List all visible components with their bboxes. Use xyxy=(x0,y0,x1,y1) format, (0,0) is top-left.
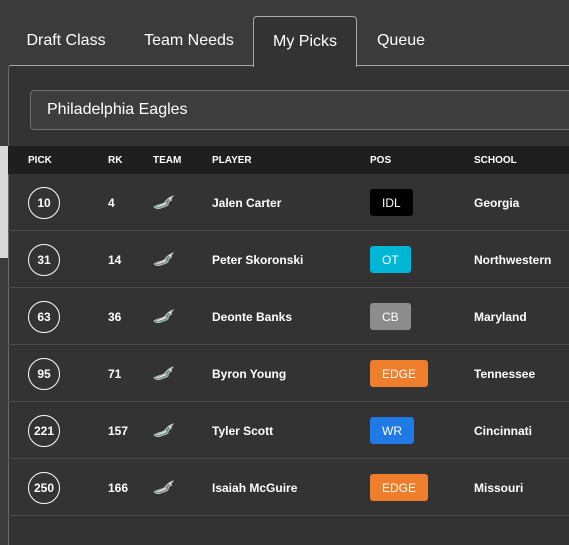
table-row[interactable]: 10 4 Jalen Carter IDL Georgia xyxy=(8,174,569,231)
rank-cell: 157 xyxy=(108,402,128,459)
eagles-logo-icon xyxy=(153,459,175,516)
table-row[interactable]: 63 36 Deonte Banks CB Maryland xyxy=(8,288,569,345)
eagles-logo-icon xyxy=(153,231,175,288)
player-name[interactable]: Jalen Carter xyxy=(212,174,281,231)
pos-value: IDL xyxy=(382,195,401,210)
table-row[interactable]: 250 166 Isaiah McGuire EDGE Missouri xyxy=(8,459,569,516)
player-value: Deonte Banks xyxy=(212,309,293,324)
school-name: Maryland xyxy=(474,288,527,345)
tab-bar: Draft Class Team Needs My Picks Queue xyxy=(0,0,569,67)
school-value: Missouri xyxy=(474,480,524,495)
pick-number-badge: 63 xyxy=(28,300,60,333)
pick-value: 10 xyxy=(37,195,51,210)
header-school[interactable]: SCHOOL xyxy=(474,146,517,174)
player-value: Peter Skoronski xyxy=(212,252,304,267)
pick-number-badge: 31 xyxy=(28,243,60,276)
table-header: PICK RK TEAM PLAYER POS SCHOOL xyxy=(8,146,569,174)
pick-value: 63 xyxy=(37,309,51,324)
pos-value: WR xyxy=(382,423,402,438)
position-badge: WR xyxy=(370,417,414,444)
rk-value: 157 xyxy=(108,423,129,438)
eagles-logo-icon xyxy=(153,288,175,345)
tab-label: Team Needs xyxy=(144,32,234,49)
school-value: Cincinnati xyxy=(474,423,533,438)
pick-value: 31 xyxy=(37,252,51,267)
eagles-logo-icon xyxy=(153,402,175,459)
tab-label: My Picks xyxy=(273,33,337,50)
pos-value: CB xyxy=(382,309,399,324)
school-name: Missouri xyxy=(474,459,523,516)
player-value: Tyler Scott xyxy=(212,423,274,438)
player-name[interactable]: Isaiah McGuire xyxy=(212,459,297,516)
school-name: Cincinnati xyxy=(474,402,532,459)
rk-value: 4 xyxy=(108,195,115,210)
player-name[interactable]: Deonte Banks xyxy=(212,288,292,345)
school-name: Northwestern xyxy=(474,231,551,288)
player-value: Jalen Carter xyxy=(212,195,282,210)
header-player[interactable]: PLAYER xyxy=(212,146,252,174)
player-name[interactable]: Peter Skoronski xyxy=(212,231,303,288)
pos-value: EDGE xyxy=(382,366,417,381)
school-value: Northwestern xyxy=(474,252,552,267)
header-team[interactable]: TEAM xyxy=(153,146,181,174)
position-badge: IDL xyxy=(370,189,413,216)
position-badge: EDGE xyxy=(370,360,429,387)
rk-value: 36 xyxy=(108,309,122,324)
player-name[interactable]: Byron Young xyxy=(212,345,286,402)
school-value: Georgia xyxy=(474,195,520,210)
rank-cell: 71 xyxy=(108,345,121,402)
pick-number-badge: 250 xyxy=(28,471,60,504)
pick-number-badge: 95 xyxy=(28,357,60,390)
rank-cell: 14 xyxy=(108,231,121,288)
rk-value: 166 xyxy=(108,480,129,495)
header-pos[interactable]: POS xyxy=(370,146,391,174)
table-row[interactable]: 95 71 Byron Young EDGE Tennessee xyxy=(8,345,569,402)
tab-draft-class[interactable]: Draft Class xyxy=(14,16,118,66)
pick-value: 221 xyxy=(33,423,55,438)
pick-value: 250 xyxy=(33,480,55,495)
eagles-logo-icon xyxy=(153,174,175,231)
position-badge: CB xyxy=(370,303,411,330)
tab-my-picks[interactable]: My Picks xyxy=(253,16,357,67)
position-badge: OT xyxy=(370,246,411,273)
tab-team-needs[interactable]: Team Needs xyxy=(131,16,247,66)
rk-value: 71 xyxy=(108,366,122,381)
rank-cell: 166 xyxy=(108,459,128,516)
sidebar-edge xyxy=(0,146,8,258)
header-pick[interactable]: PICK xyxy=(28,146,52,174)
table-row[interactable]: 221 157 Tyler Scott WR Cincinnati xyxy=(8,402,569,459)
player-name[interactable]: Tyler Scott xyxy=(212,402,273,459)
rk-value: 14 xyxy=(108,252,122,267)
table-row[interactable]: 31 14 Peter Skoronski OT Northwestern xyxy=(8,231,569,288)
pick-number-badge: 221 xyxy=(28,414,60,447)
team-select-value: Philadelphia Eagles xyxy=(47,101,188,118)
rank-cell: 4 xyxy=(108,174,115,231)
header-rk[interactable]: RK xyxy=(108,146,122,174)
school-value: Tennessee xyxy=(474,366,536,381)
team-select-dropdown[interactable]: Philadelphia Eagles xyxy=(30,90,569,130)
school-name: Tennessee xyxy=(474,345,535,402)
rank-cell: 36 xyxy=(108,288,121,345)
player-value: Isaiah McGuire xyxy=(212,480,298,495)
school-name: Georgia xyxy=(474,174,519,231)
player-value: Byron Young xyxy=(212,366,287,381)
pick-value: 95 xyxy=(37,366,51,381)
eagles-logo-icon xyxy=(153,345,175,402)
tab-label: Queue xyxy=(376,32,426,49)
school-value: Maryland xyxy=(474,309,527,324)
pick-number-badge: 10 xyxy=(28,186,60,219)
tab-label: Draft Class xyxy=(26,32,106,49)
pos-value: EDGE xyxy=(382,480,417,495)
tab-queue[interactable]: Queue xyxy=(362,16,440,66)
pos-value: OT xyxy=(382,252,399,267)
position-badge: EDGE xyxy=(370,474,429,501)
